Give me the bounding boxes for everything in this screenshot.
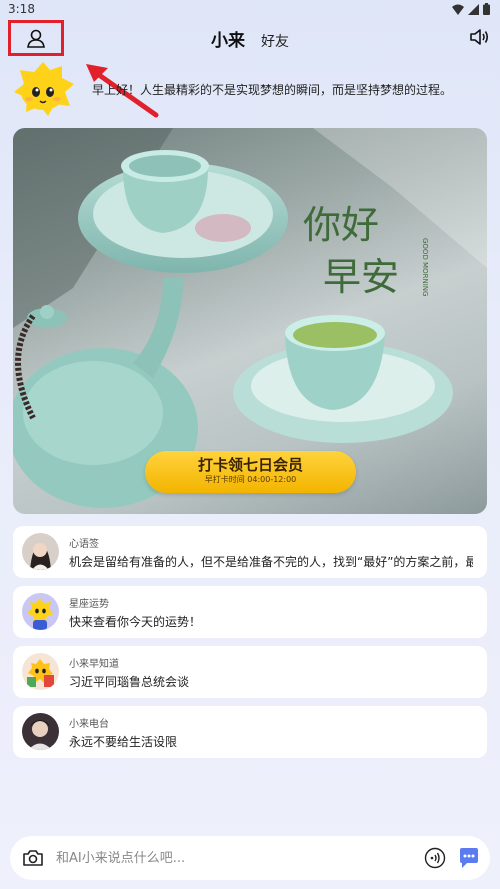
list-item-category: 小来电台	[69, 719, 109, 730]
speaker-icon[interactable]	[468, 26, 490, 48]
tab-xiaolai[interactable]: 小来	[211, 26, 245, 51]
signal-icon	[468, 3, 479, 15]
status-icons	[452, 3, 490, 15]
battery-icon	[483, 3, 490, 15]
list-item-category: 小来早知道	[69, 659, 119, 670]
list-item-text: 机会是留给有准备的人，但不是给准备不完的人，找到“最好”的方案之前，最	[69, 555, 473, 569]
checkin-button[interactable]: 打卡领七日会员 早打卡时间 04:00-12:00	[145, 451, 356, 493]
checkin-time: 早打卡时间 04:00-12:00	[204, 475, 297, 484]
list-item-category: 心语签	[69, 539, 99, 550]
list-item-radio[interactable]: 小来电台 永远不要给生活设限	[13, 706, 487, 758]
calligraphy-morning: 早安	[323, 255, 399, 299]
profile-button[interactable]	[8, 20, 64, 56]
list-item-text: 习近平同瑙鲁总统会谈	[69, 675, 190, 689]
checkin-button-label: 打卡领七日会员	[197, 456, 303, 474]
mascot-avatar[interactable]	[10, 60, 76, 118]
list-item-category: 星座运势	[69, 599, 109, 610]
list-item-text: 永远不要给生活设限	[69, 735, 178, 749]
user-icon	[27, 29, 45, 48]
voice-icon[interactable]	[424, 847, 446, 869]
chat-icon[interactable]	[458, 847, 480, 869]
status-time: 3:18	[8, 2, 35, 16]
title-tabs: 小来 好友	[211, 26, 289, 51]
chat-input[interactable]	[56, 836, 416, 880]
calligraphy-hello: 你好	[303, 203, 379, 247]
avatar	[22, 533, 59, 570]
status-bar: 3:18	[0, 0, 500, 20]
avatar	[22, 713, 59, 750]
greeting-text: 早上好！人生最精彩的不是实现梦想的瞬间，而是坚持梦想的过程。	[92, 83, 453, 97]
avatar	[22, 593, 59, 630]
avatar	[22, 653, 59, 690]
tab-friends[interactable]: 好友	[261, 31, 289, 51]
list-item-xinyuqian[interactable]: 心语签 机会是留给有准备的人，但不是给准备不完的人，找到“最好”的方案之前，最	[13, 526, 487, 578]
list-item-news[interactable]: 小来早知道 习近平同瑙鲁总统会谈	[13, 646, 487, 698]
hero-english: GOOD MORNING	[421, 238, 429, 296]
chat-input-bar	[10, 836, 490, 880]
camera-icon[interactable]	[22, 847, 44, 869]
list-item-horoscope[interactable]: 星座运势 快来查看你今天的运势！	[13, 586, 487, 638]
list-item-text: 快来查看你今天的运势！	[69, 615, 202, 629]
wifi-icon	[452, 4, 464, 15]
top-bar: 小来 好友	[0, 20, 500, 56]
